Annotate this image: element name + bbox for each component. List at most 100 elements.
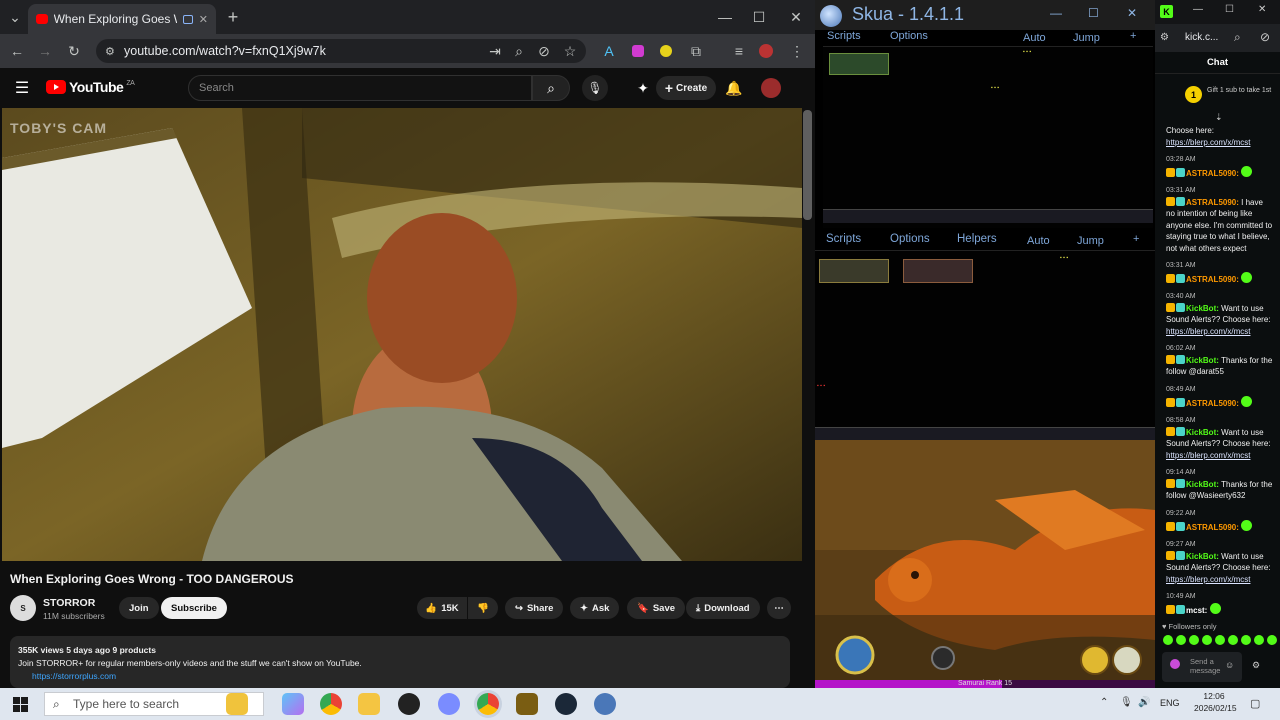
- chat-username[interactable]: ASTRAL5090:: [1186, 399, 1241, 408]
- extension-pink-icon[interactable]: [627, 40, 649, 62]
- download-button[interactable]: ⤓ Download: [686, 597, 760, 619]
- share-button[interactable]: ↪ Share: [505, 597, 564, 619]
- tab-close-icon[interactable]: ✕: [199, 13, 208, 26]
- skua-menu-auto[interactable]: Auto: [1023, 32, 1046, 44]
- system-clock[interactable]: 12:06 2026/02/15: [1194, 690, 1237, 714]
- skua2-menu-auto[interactable]: Auto: [1027, 235, 1050, 247]
- emote-shortcut-icon[interactable]: [1176, 635, 1186, 645]
- chat-username[interactable]: KickBot:: [1186, 480, 1221, 489]
- chat-username[interactable]: KickBot:: [1186, 304, 1221, 313]
- extension-translate-icon[interactable]: A: [598, 40, 620, 62]
- emote-shortcut-icon[interactable]: [1202, 635, 1212, 645]
- site-info-icon[interactable]: ⚙: [105, 45, 115, 58]
- skua-taskbar-icon[interactable]: [594, 693, 616, 715]
- pinned-arrow-icon[interactable]: ⇣: [1215, 112, 1223, 123]
- ask-button[interactable]: ✦ Ask: [570, 597, 620, 619]
- start-button[interactable]: [13, 697, 28, 712]
- emote-shortcut-icon[interactable]: [1189, 635, 1199, 645]
- app-icon[interactable]: [438, 693, 460, 715]
- extensions-puzzle-icon[interactable]: ⧉: [685, 40, 707, 62]
- obs-icon[interactable]: [398, 693, 420, 715]
- tab-search-chevron-icon[interactable]: ⌄: [4, 6, 26, 28]
- channel-avatar[interactable]: S: [10, 595, 36, 621]
- language-indicator[interactable]: ENG: [1160, 698, 1180, 708]
- tray-chevron-icon[interactable]: ⌃: [1100, 697, 1108, 708]
- extension-yellow-icon[interactable]: [655, 40, 677, 62]
- join-button[interactable]: Join: [119, 597, 159, 619]
- chat-username[interactable]: KickBot:: [1186, 428, 1221, 437]
- emoji-icon[interactable]: ☺: [1225, 660, 1234, 670]
- emote-shortcut-icon[interactable]: [1241, 635, 1251, 645]
- action-bar[interactable]: [815, 427, 1155, 441]
- search-highlight-icon[interactable]: [226, 693, 248, 715]
- kick-close-button[interactable]: ✕: [1258, 4, 1266, 15]
- minimize-button[interactable]: —: [714, 6, 736, 28]
- kick-zoom-icon[interactable]: ⌕: [1234, 30, 1241, 45]
- profile-avatar[interactable]: [755, 40, 777, 62]
- skua2-menu-jump[interactable]: Jump: [1077, 235, 1104, 247]
- sparkle-icon[interactable]: ✦: [632, 77, 654, 99]
- skua2-menu-helpers[interactable]: Helpers: [957, 233, 997, 245]
- bookmark-star-icon[interactable]: ☆: [559, 40, 581, 62]
- emote-shortcut-icon[interactable]: [1254, 635, 1264, 645]
- youtube-search-input[interactable]: Search: [188, 75, 532, 101]
- dislike-button[interactable]: 👎: [468, 597, 498, 619]
- create-button[interactable]: + Create: [656, 76, 716, 100]
- game-launcher-icon[interactable]: [516, 693, 538, 715]
- chat-username[interactable]: mcst:: [1186, 606, 1210, 615]
- save-button[interactable]: 🔖 Save: [627, 597, 686, 619]
- kick-url[interactable]: kick.c...: [1185, 32, 1218, 43]
- skua-game-pane-3[interactable]: [815, 440, 1155, 688]
- video-player[interactable]: [2, 108, 802, 561]
- chat-link[interactable]: https://blerp.com/x/mcst: [1166, 574, 1274, 586]
- chat-username[interactable]: ASTRAL5090:: [1186, 169, 1241, 178]
- channel-name[interactable]: STORROR: [43, 597, 95, 609]
- chat-username[interactable]: ASTRAL5090:: [1186, 523, 1241, 532]
- gift-sub-text[interactable]: Gift 1 sub to take 1st: [1207, 86, 1277, 95]
- chat-link[interactable]: https://blerp.com/x/mcst: [1166, 450, 1274, 462]
- page-scrollbar[interactable]: [803, 110, 812, 220]
- volume-icon[interactable]: 🔊: [1138, 697, 1150, 708]
- chat-link[interactable]: https://blerp.com/x/mcst: [1166, 137, 1274, 149]
- file-explorer-icon[interactable]: [358, 693, 380, 715]
- account-avatar[interactable]: [761, 78, 781, 98]
- settings-icon[interactable]: ⚙: [1252, 660, 1260, 671]
- skua-menu-jump[interactable]: Jump: [1073, 32, 1100, 44]
- emote-bar[interactable]: [1163, 635, 1277, 649]
- like-button[interactable]: 👍 15K: [417, 597, 467, 619]
- chat-username[interactable]: ASTRAL5090:: [1186, 198, 1241, 207]
- close-button[interactable]: ✕: [785, 6, 807, 28]
- skua-menu-scripts[interactable]: Scripts: [827, 30, 861, 42]
- back-icon[interactable]: ←: [6, 40, 28, 62]
- youtube-logo[interactable]: YouTube ZA: [46, 79, 135, 95]
- chat-username[interactable]: KickBot:: [1186, 356, 1221, 365]
- description-box[interactable]: 355K views 5 days ago 9 products Join ST…: [10, 636, 790, 688]
- chrome-active-icon[interactable]: [477, 693, 499, 715]
- reload-icon[interactable]: ↻: [63, 40, 85, 62]
- media-control-icon[interactable]: ≡: [728, 40, 750, 62]
- tab-youtube[interactable]: When Exploring Goes Wron ✕: [28, 4, 216, 34]
- install-app-icon[interactable]: ⇥: [484, 40, 506, 62]
- skua-add-icon[interactable]: +: [1130, 30, 1136, 42]
- notifications-icon[interactable]: ▢: [1250, 697, 1260, 710]
- skua-maximize-button[interactable]: ☐: [1088, 6, 1099, 20]
- chat-username[interactable]: KickBot:: [1186, 552, 1221, 561]
- forward-icon[interactable]: →: [34, 40, 56, 62]
- skua-close-button[interactable]: ✕: [1127, 6, 1137, 20]
- more-actions-button[interactable]: ⋯: [767, 597, 791, 619]
- skua-game-pane-1[interactable]: ▪ ▪ ▪ ▪ ▪ ▪: [823, 46, 1153, 228]
- new-tab-button[interactable]: +: [222, 6, 244, 28]
- action-bar[interactable]: [823, 209, 1153, 223]
- skua-menu-options[interactable]: Options: [890, 30, 928, 42]
- steam-icon[interactable]: [555, 693, 577, 715]
- description-link[interactable]: https://storrorplus.com: [18, 670, 782, 683]
- skua2-menu-scripts[interactable]: Scripts: [826, 233, 861, 245]
- skua2-add-icon[interactable]: +: [1133, 233, 1139, 245]
- browser-menu-icon[interactable]: ⋮: [786, 40, 808, 62]
- notifications-bell-icon[interactable]: 🔔: [723, 77, 745, 99]
- kick-site-icon[interactable]: ⚙: [1160, 32, 1169, 43]
- kick-maximize-button[interactable]: ☐: [1225, 4, 1234, 15]
- emote-shortcut-icon[interactable]: [1267, 635, 1277, 645]
- hamburger-menu-icon[interactable]: ☰: [11, 77, 33, 99]
- chat-link[interactable]: https://blerp.com/x/mcst: [1166, 326, 1274, 338]
